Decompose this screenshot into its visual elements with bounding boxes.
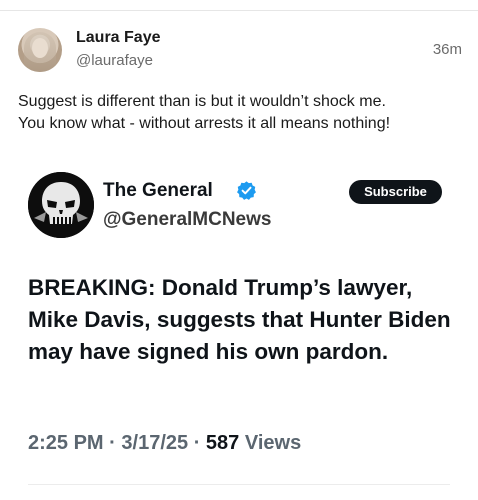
meta-separator: · <box>193 432 201 454</box>
top-divider <box>0 10 478 11</box>
views-label: Views <box>244 432 302 454</box>
embedded-tweet-text: BREAKING: Donald Trump’s lawyer, Mike Da… <box>28 275 451 364</box>
avatar-face <box>32 38 48 58</box>
tweet-time[interactable]: 2:25 PM <box>28 432 104 454</box>
subscribe-button[interactable]: Subscribe <box>349 180 442 204</box>
embedded-tweet-meta: 2:25 PM · 3/17/25 · 587 Views <box>28 432 301 455</box>
bottom-divider <box>28 484 450 485</box>
author-avatar[interactable] <box>18 28 62 72</box>
embedded-author-name[interactable]: The General <box>103 180 213 202</box>
embedded-tweet-card[interactable]: The General @GeneralMCNews Subscribe BRE… <box>0 168 478 500</box>
views-count: 587 <box>205 432 240 454</box>
post-header: Laura Faye @laurafaye 36m <box>18 28 462 74</box>
post-timestamp: 36m <box>432 41 462 58</box>
embedded-author-avatar[interactable] <box>28 172 94 238</box>
author-name[interactable]: Laura Faye <box>76 29 160 47</box>
tweet-date[interactable]: 3/17/25 <box>121 432 188 454</box>
embedded-author-handle[interactable]: @GeneralMCNews <box>103 209 271 231</box>
verified-badge-icon <box>237 181 256 200</box>
punisher-skull-logo <box>28 172 94 238</box>
meta-separator: · <box>109 432 116 454</box>
author-handle[interactable]: @laurafaye <box>76 52 153 69</box>
post-body-text: Suggest is different than is but it woul… <box>18 93 391 132</box>
